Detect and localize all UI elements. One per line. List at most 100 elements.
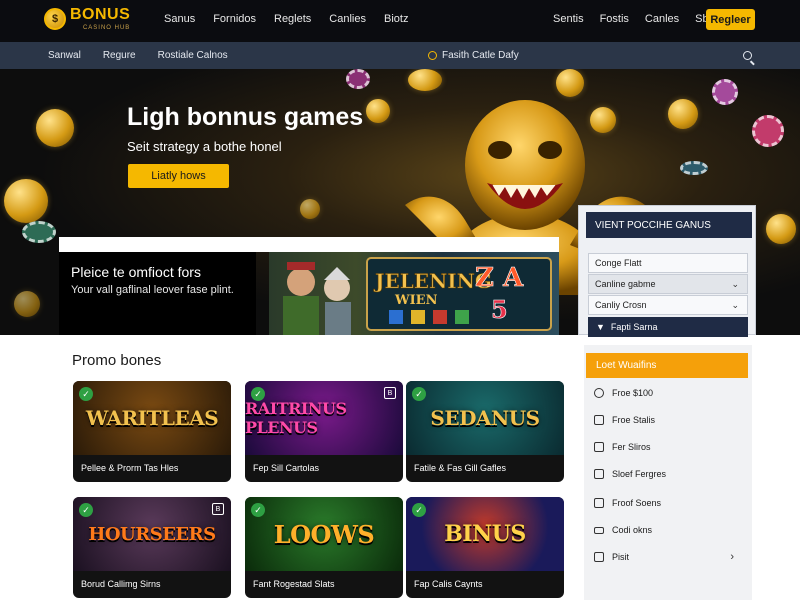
nav-link-1[interactable]: Sanus <box>164 13 195 25</box>
chevron-right-icon: › <box>730 551 734 563</box>
coin-icon <box>556 69 584 97</box>
promo-card-label: Pellee & Prorm Tas Hles <box>81 463 179 473</box>
check-icon: ✓ <box>412 387 426 401</box>
quick-filter-widget: VIENT POCCIHE GANUS Conge Flatt Canline … <box>578 205 756 337</box>
coin-icon <box>408 69 442 91</box>
subnav-notice[interactable]: Fasith Catle Dafy <box>428 50 519 61</box>
coin-icon <box>14 291 40 317</box>
right-nav-link-3[interactable]: Canles <box>645 13 679 25</box>
info-card-subtitle: Your vall gaflinal leover fase plint. <box>71 284 234 296</box>
coin-icon <box>766 214 796 244</box>
chevron-down-icon: ⌄ <box>731 278 739 289</box>
gift-icon <box>594 415 604 425</box>
casino-chip-icon <box>346 69 370 89</box>
brand-tagline: CASINO HUB <box>82 25 131 31</box>
promo-card-art-title: LOOWS <box>273 519 375 549</box>
slot-game-banner[interactable]: JELENING WIEN Z A 5 <box>269 252 559 335</box>
slot-banner-subtitle: WIEN <box>394 293 438 308</box>
brand-name: BONUS <box>70 6 131 23</box>
widget-title: VIENT POCCIHE GANUS <box>586 212 752 238</box>
sub-nav: Sanwal Regure Rostiale Calnos Fasith Cat… <box>0 42 800 69</box>
slot-banner-number: 5 <box>491 295 508 324</box>
check-icon: ✓ <box>79 387 93 401</box>
slot-icon <box>594 442 604 452</box>
slot-banner-symbols: Z A <box>475 263 524 293</box>
card-icon <box>594 526 604 534</box>
subnav-notice-text: Fasith Catle Dafy <box>442 50 519 61</box>
coin-icon <box>4 179 48 223</box>
side-item[interactable]: Fer Sliros <box>594 439 744 455</box>
widget-select-1[interactable]: Conge Flatt <box>588 253 748 273</box>
side-item[interactable]: Froe Stalis <box>594 412 744 428</box>
coin-icon <box>36 109 74 147</box>
bookmark-icon[interactable]: B <box>212 503 224 515</box>
promo-card-art-title: BINUS <box>444 521 526 547</box>
filter-icon: ▼ <box>596 322 605 332</box>
nav-link-4[interactable]: Canlies <box>329 13 366 25</box>
promo-card-label: Fap Calis Caynts <box>414 579 483 589</box>
register-button[interactable]: Regleer <box>706 9 755 30</box>
coin-icon <box>300 199 320 219</box>
primary-nav: Sanus Fornidos Reglets Canlies Biotz <box>164 13 408 25</box>
coin-icon <box>366 99 390 123</box>
promo-card-art-title: RAITRINUS PLENUS <box>245 399 347 437</box>
widget-submit-button[interactable]: ▼ Fapti Sarna <box>588 317 748 337</box>
hero-divider <box>59 237 559 252</box>
promo-card-art-title: SEDANUS <box>430 406 540 430</box>
promo-card-art-title: WARITLEAS <box>85 406 219 430</box>
check-icon: ✓ <box>79 503 93 517</box>
promo-card-label: Fant Rogestad Slats <box>253 579 335 589</box>
info-card-title: Pleice te omfioct fors <box>71 264 201 280</box>
promo-card-label: Fep Sill Cartolas <box>253 463 320 473</box>
right-nav-link-2[interactable]: Fostis <box>600 13 629 25</box>
check-icon: ✓ <box>251 503 265 517</box>
subnav-link-1[interactable]: Sanwal <box>48 50 81 61</box>
promo-card[interactable]: LOOWS ✓ Fant Rogestad Slats <box>245 497 403 598</box>
widget-select-2[interactable]: Canline gabme ⌄ <box>588 274 748 294</box>
check-icon: ✓ <box>251 387 265 401</box>
promo-section-title: Promo bones <box>72 352 162 369</box>
side-item[interactable]: Froof Soens <box>594 495 744 511</box>
promo-card-art-title: HOURSEERS <box>88 523 216 545</box>
coin-icon <box>594 388 604 398</box>
casino-chip-icon <box>22 221 56 243</box>
promo-card[interactable]: BINUS ✓ Fap Calis Caynts <box>406 497 564 598</box>
trophy-icon <box>594 469 604 479</box>
clock-icon <box>428 51 437 60</box>
nav-link-3[interactable]: Reglets <box>274 13 311 25</box>
subnav-link-3[interactable]: Rostiale Calnos <box>158 50 228 61</box>
coin-icon <box>668 99 698 129</box>
search-icon[interactable] <box>743 51 752 60</box>
side-panel: Loet Wuaifins Froe $100 Froe Stalis Fer … <box>584 345 752 600</box>
slot-banner-illustration: JELENING WIEN Z A 5 <box>283 257 552 335</box>
right-nav-link-1[interactable]: Sentis <box>553 13 584 25</box>
bookmark-icon[interactable]: B <box>384 387 396 399</box>
user-icon <box>594 498 604 508</box>
side-panel-title: Loet Wuaifins <box>586 353 748 378</box>
side-item[interactable]: Pisit › <box>594 549 744 565</box>
widget-select-3[interactable]: Canliy Crosn ⌄ <box>588 295 748 315</box>
nav-link-5[interactable]: Biotz <box>384 13 408 25</box>
promo-card[interactable]: SEDANUS ✓ Fatile & Fas Gill Gafles <box>406 381 564 482</box>
subnav-link-2[interactable]: Regure <box>103 50 136 61</box>
check-icon: ✓ <box>412 503 426 517</box>
promo-card-label: Fatile & Fas Gill Gafles <box>414 463 507 473</box>
brand-logo[interactable]: $ BONUS CASINO HUB <box>44 7 130 31</box>
side-item[interactable]: Sloef Fergres <box>594 466 744 482</box>
top-nav: $ BONUS CASINO HUB Sanus Fornidos Reglet… <box>0 0 800 42</box>
casino-chip-icon <box>712 79 738 105</box>
promo-card[interactable]: HOURSEERS ✓ B Borud Callimg Sirns <box>73 497 231 598</box>
nav-link-2[interactable]: Fornidos <box>213 13 256 25</box>
secondary-nav: Sentis Fostis Canles Sbot <box>553 13 718 25</box>
info-card[interactable]: Pleice te omfioct fors Your vall gaflina… <box>59 252 256 335</box>
logo-mark-icon: $ <box>44 8 66 30</box>
hero-subtitle: Seit strategy a bothe honel <box>127 139 282 154</box>
side-item[interactable]: Codi okns <box>594 522 744 538</box>
side-item[interactable]: Froe $100 <box>594 385 744 401</box>
document-icon <box>594 552 604 562</box>
promo-card[interactable]: RAITRINUS PLENUS ✓ B Fep Sill Cartolas <box>245 381 403 482</box>
hero-cta-button[interactable]: Liatly hows <box>128 164 229 188</box>
promo-card-label: Borud Callimg Sirns <box>81 579 161 589</box>
promo-card[interactable]: WARITLEAS ✓ Pellee & Prorm Tas Hles <box>73 381 231 482</box>
casino-chip-icon <box>752 115 784 147</box>
